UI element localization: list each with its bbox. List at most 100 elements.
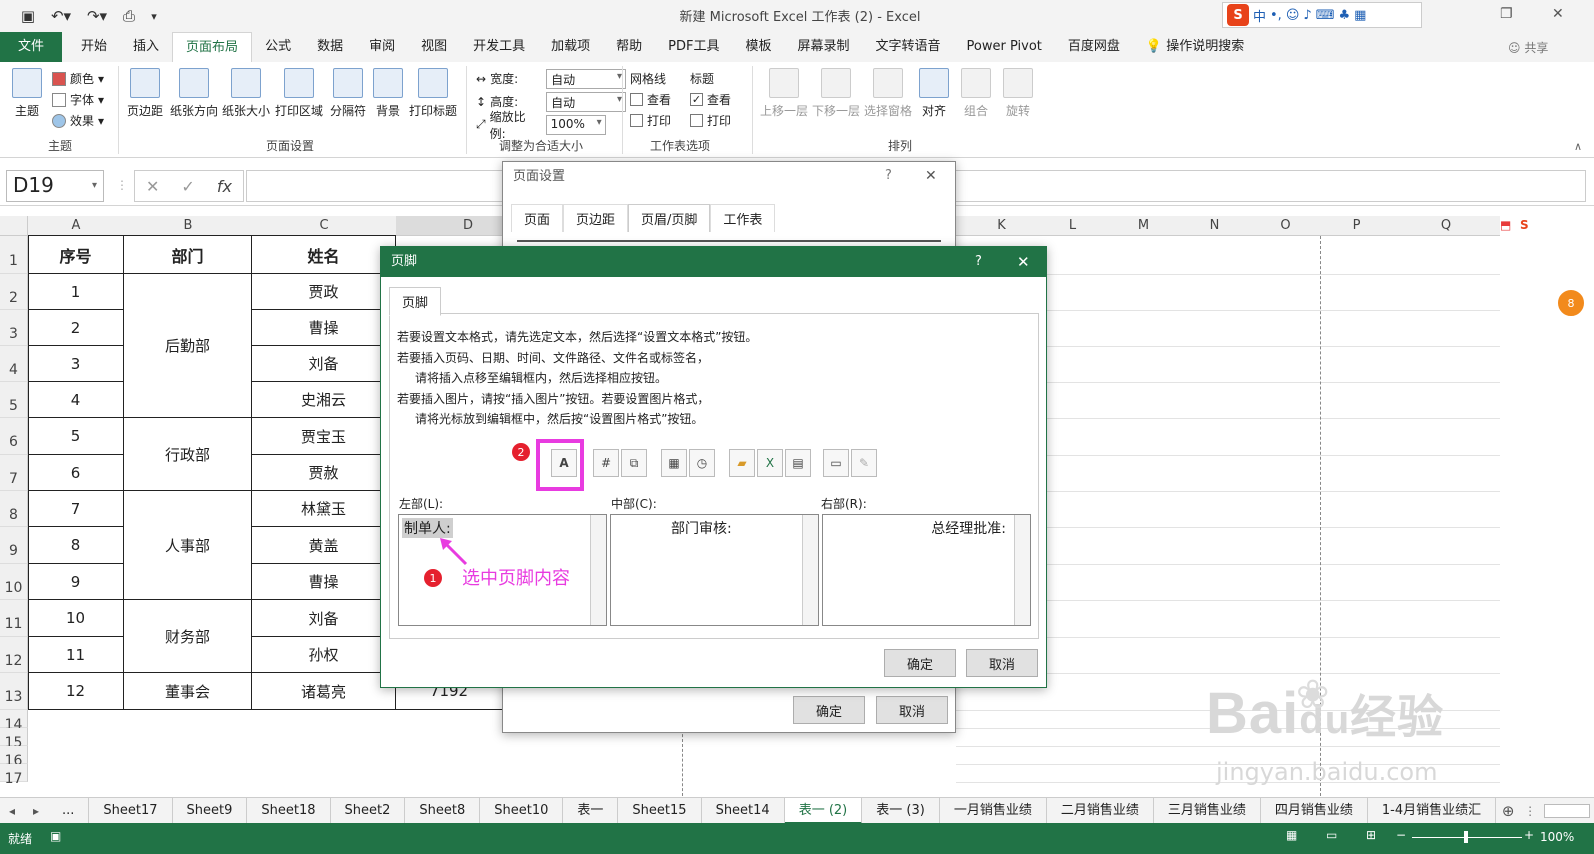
smile-icon[interactable]: ☺ [1286,8,1300,23]
row-header[interactable]: 7 [0,455,28,491]
col-header-a[interactable]: A [28,216,124,236]
zoom-in-icon[interactable]: + [1524,828,1534,842]
row-header[interactable]: 14 [0,710,28,733]
name-box[interactable]: D19 [6,170,104,202]
headings-print-checkbox[interactable]: 打印 [690,110,750,131]
table-cell-name[interactable]: 曹操 [252,564,396,600]
footer-help-icon[interactable]: ? [975,254,982,269]
table-cell-name[interactable]: 刘备 [252,346,396,382]
row-header[interactable]: 17 [0,764,28,787]
close-window-icon[interactable]: ✕ [1552,6,1564,22]
page-setup-ok-button[interactable]: 确定 [793,696,865,724]
table-cell-dept[interactable]: 后勤部 [124,274,252,418]
col-header-n[interactable]: N [1179,216,1250,236]
page-setup-cancel-button[interactable]: 取消 [876,696,948,724]
sheet-tab[interactable]: Sheet15 [618,797,702,824]
pdf-icon[interactable]: ⬒ [1500,218,1511,232]
center-section-text[interactable]: 部门审核: [671,518,732,538]
table-header-cell[interactable]: 部门 [124,236,252,274]
scale-stepper[interactable]: 100% [545,114,606,135]
zoom-level[interactable]: 100% [1540,830,1574,844]
group-button[interactable]: 组合 [956,68,996,119]
table-cell-name[interactable]: 林黛玉 [252,491,396,527]
row-header[interactable]: 9 [0,527,28,564]
format-picture-icon[interactable]: ✎ [851,449,877,477]
tab-insert[interactable]: 插入 [120,32,172,62]
headings-view-checkbox[interactable]: ✓ 查看 [690,89,750,110]
zoom-thumb[interactable] [1464,831,1468,843]
table-cell-name[interactable]: 诸葛亮 [252,673,396,710]
send-backward-button[interactable]: 下移一层 [812,68,860,119]
tab-view[interactable]: 视图 [408,32,460,62]
table-cell-dept[interactable]: 人事部 [124,491,252,600]
collapse-ribbon-icon[interactable]: ∧ [1574,140,1582,153]
margins-button[interactable]: 页边距 [124,68,166,119]
row-header[interactable]: 10 [0,564,28,600]
tell-me[interactable]: 💡 操作说明搜索 [1133,32,1257,62]
col-header-p[interactable]: P [1321,216,1392,236]
table-cell-name[interactable]: 黄盖 [252,527,396,564]
center-section-editor[interactable]: 部门审核: [610,514,819,626]
bring-forward-button[interactable]: 上移一层 [760,68,808,119]
background-button[interactable]: 背景 [372,68,404,119]
sheet-tab[interactable]: Sheet9 [173,797,248,824]
row-header[interactable]: 11 [0,600,28,637]
right-scrollbar[interactable] [1014,515,1030,625]
footer-ok-button[interactable]: 确定 [884,649,956,677]
sheet-tab[interactable]: 表一 (2) [784,797,863,824]
table-cell-name[interactable]: 曹操 [252,310,396,346]
restore-icon[interactable]: ❐ [1500,6,1513,22]
col-header-o[interactable]: O [1250,216,1321,236]
footer-cancel-button[interactable]: 取消 [966,649,1038,677]
add-sheet-icon[interactable]: ⊕ [1496,802,1520,820]
macro-record-icon[interactable]: ▣ [50,829,61,843]
row-header[interactable]: 8 [0,491,28,527]
gridlines-view-checkbox[interactable]: 查看 [630,89,690,110]
insert-picture-icon[interactable]: ▭ [823,449,849,477]
ime-toolbar[interactable]: S 中 •, ☺ ♪ ⌨ ♣ ▦ [1222,2,1422,28]
insert-file-path-icon[interactable]: ▰ [729,449,755,477]
table-cell-dept[interactable]: 财务部 [124,600,252,673]
grid-icon[interactable]: ▦ [1354,8,1366,23]
tab-file[interactable]: 文件 [0,32,63,62]
left-section-text[interactable]: 制单人: [402,518,453,538]
tab-power-pivot[interactable]: Power Pivot [954,32,1055,62]
tab-sheet[interactable]: 工作表 [710,204,776,232]
sheet-tab[interactable]: 四月销售业绩 [1261,797,1368,824]
table-cell-dept[interactable]: 行政部 [124,418,252,491]
print-preview-icon[interactable]: ⎙ [118,4,140,28]
sheet-tab[interactable]: Sheet10 [480,797,564,824]
orientation-button[interactable]: 纸张方向 [170,68,218,119]
row-header[interactable]: 5 [0,382,28,418]
sheet-tab[interactable]: Sheet14 [702,797,785,824]
table-cell-number[interactable]: 5 [28,418,124,455]
table-cell-name[interactable]: 贾赦 [252,455,396,491]
tab-addins[interactable]: 加载项 [538,32,603,62]
size-button[interactable]: 纸张大小 [222,68,270,119]
ime-punct[interactable]: •, [1270,8,1282,23]
fonts-button[interactable]: 字体 ▾ [52,89,104,110]
row-header[interactable]: 15 [0,728,28,751]
col-header-b[interactable]: B [124,216,252,236]
table-cell-number[interactable]: 9 [28,564,124,600]
insert-sheet-name-icon[interactable]: ▤ [785,449,811,477]
close-icon[interactable]: ✕ [925,168,937,184]
select-all-corner[interactable] [0,216,28,236]
table-cell-number[interactable]: 7 [28,491,124,527]
col-header-q[interactable]: Q [1392,216,1500,236]
row-header[interactable]: 3 [0,310,28,346]
sheet-tab[interactable]: Sheet2 [331,797,406,824]
table-cell-name[interactable]: 贾政 [252,274,396,310]
help-icon[interactable]: ? [885,168,892,183]
row-header[interactable]: 1 [0,236,28,274]
colors-button[interactable]: 颜色 ▾ [52,68,104,89]
sheet-tab[interactable]: Sheet18 [247,797,331,824]
keyboard-icon[interactable]: ⌨ [1316,8,1335,23]
width-dropdown[interactable]: 自动 [546,68,627,89]
sogou-mini-icon[interactable]: S [1520,218,1529,232]
sheet-tab[interactable]: ... [48,797,90,824]
tab-review[interactable]: 审阅 [356,32,408,62]
save-icon[interactable]: ▣ [16,4,40,28]
skin-icon[interactable]: ♣ [1338,8,1350,23]
row-header[interactable]: 2 [0,274,28,310]
